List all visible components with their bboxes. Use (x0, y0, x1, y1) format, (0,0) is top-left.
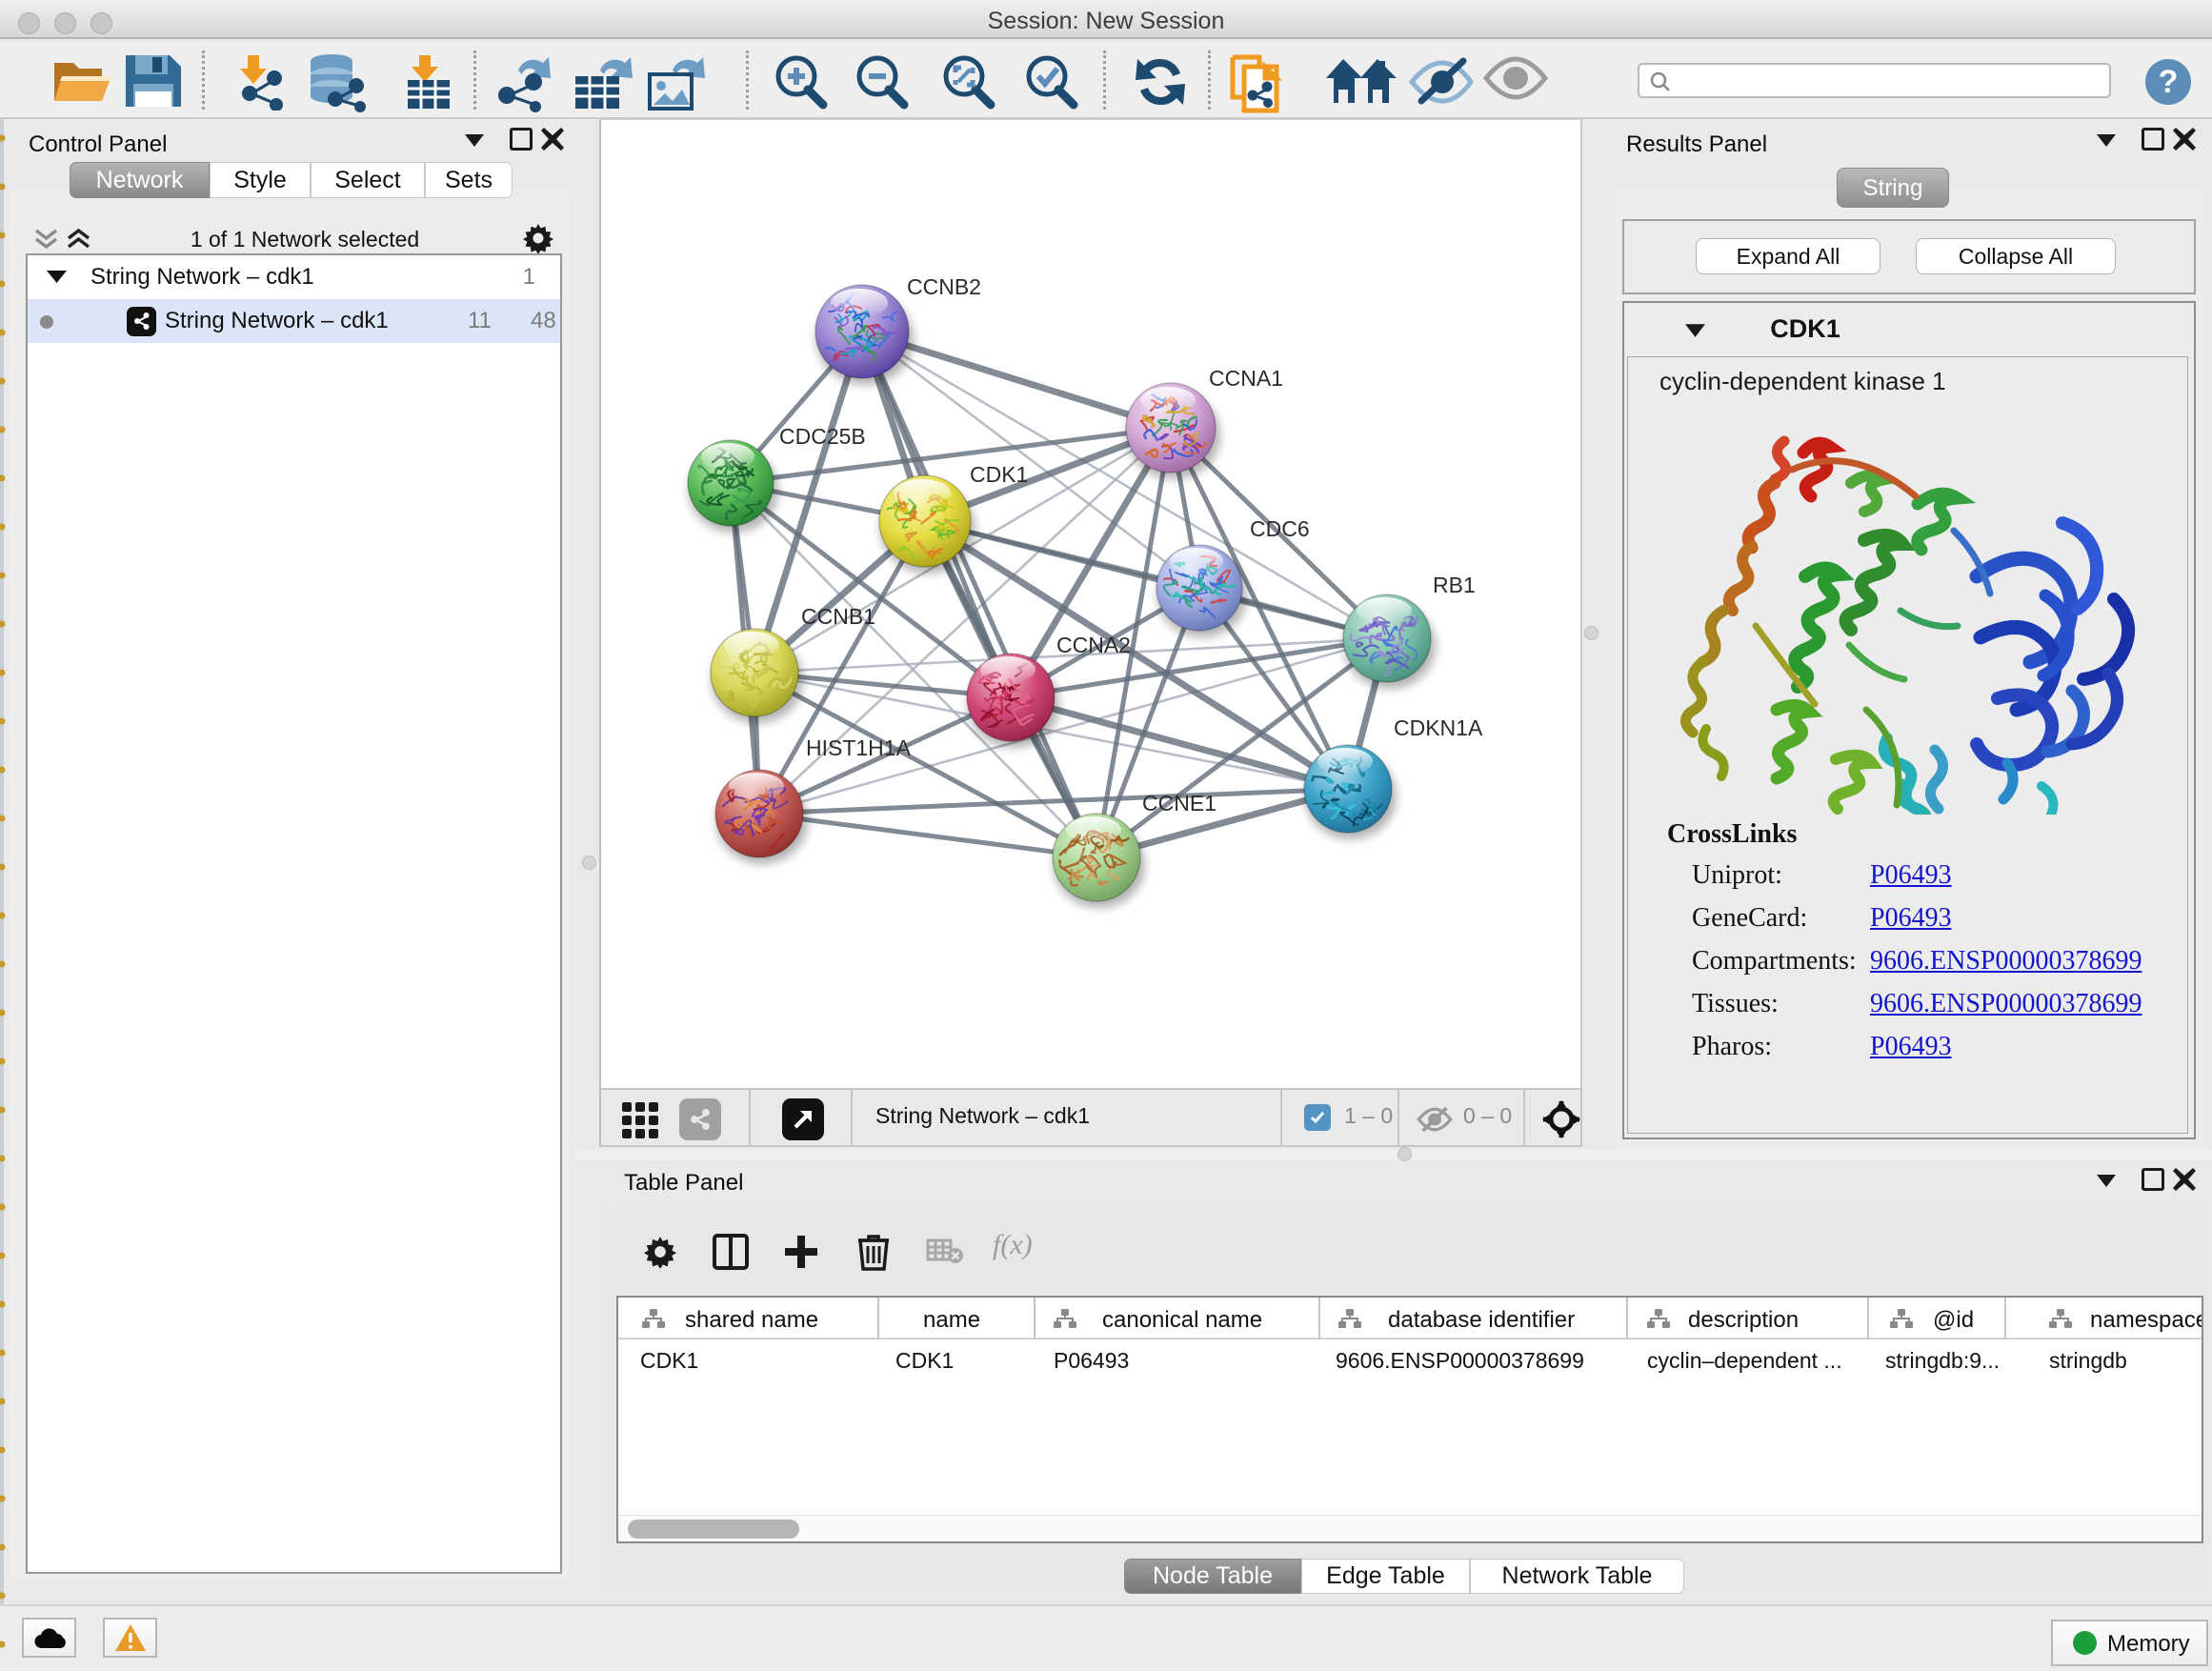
svg-text:CCNB2: CCNB2 (907, 274, 981, 299)
svg-text:CCNA2: CCNA2 (1056, 633, 1131, 657)
svg-text:CDC6: CDC6 (1250, 516, 1310, 541)
svg-text:RB1: RB1 (1433, 573, 1476, 597)
svg-text:CDK1: CDK1 (970, 462, 1028, 487)
svg-text:CCNE1: CCNE1 (1142, 791, 1217, 815)
svg-text:CCNA1: CCNA1 (1209, 366, 1283, 391)
svg-text:CDC25B: CDC25B (779, 424, 866, 449)
svg-text:HIST1H1A: HIST1H1A (806, 735, 912, 760)
svg-text:CDKN1A: CDKN1A (1394, 715, 1483, 740)
svg-text:CCNB1: CCNB1 (801, 604, 875, 629)
